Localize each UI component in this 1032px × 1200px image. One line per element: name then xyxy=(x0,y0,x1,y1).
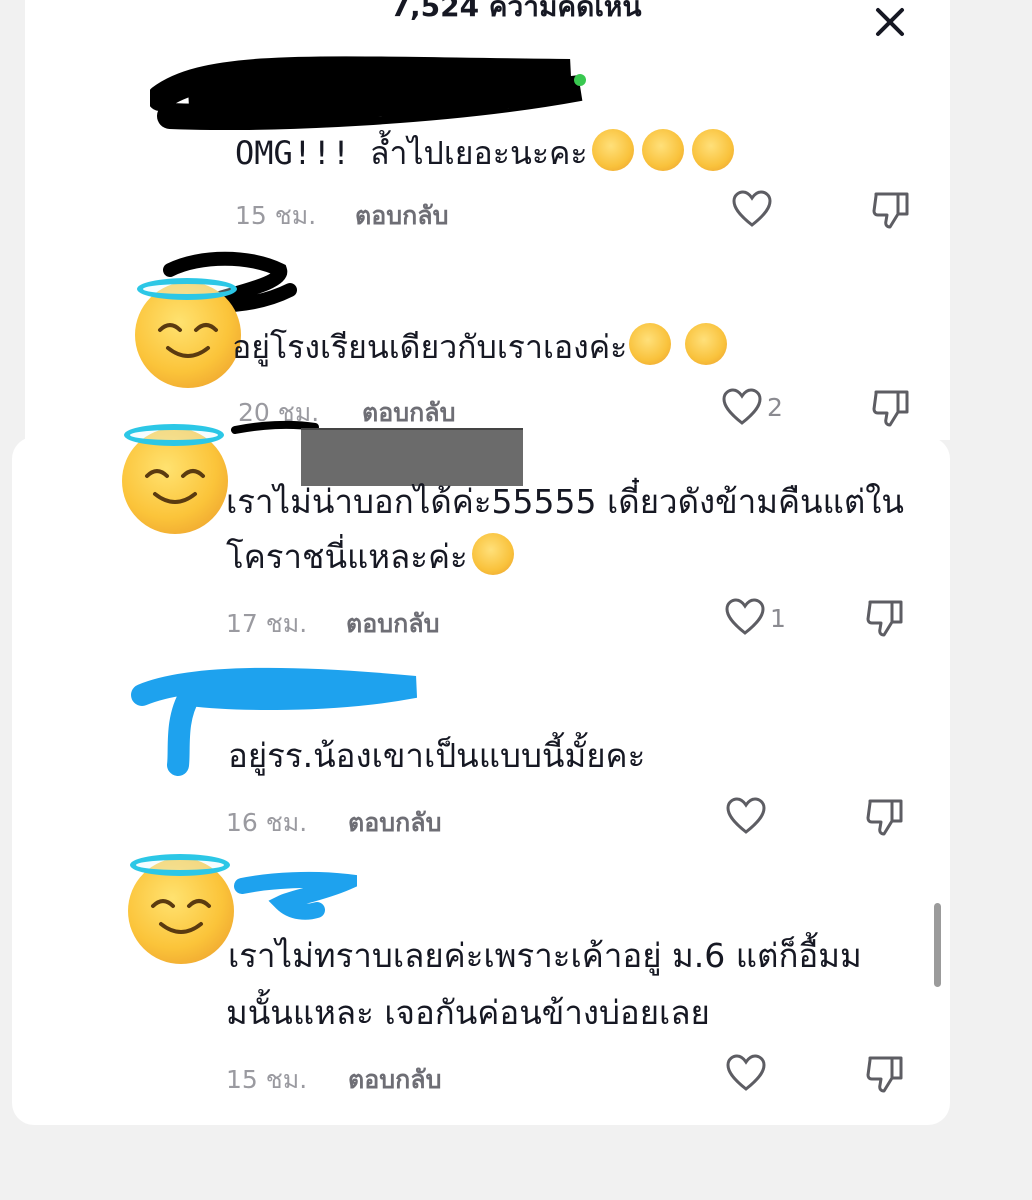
reply-button[interactable]: ตอบกลับ xyxy=(348,1060,441,1100)
comment-text: อยู่รร.น้องเขาเป็นแบบนี้มั้ยคะ xyxy=(228,736,646,775)
comment-text-line: เราไม่ทราบเลยค่ะเพราะเค้าอยู่ ม.6 แต่ก็อ… xyxy=(228,936,862,975)
comment-text: อยู่โรงเรียนเดียวกับเราเองค่ะ xyxy=(232,322,728,372)
pleading-face-emoji xyxy=(471,533,514,575)
sweat-smile-emoji xyxy=(641,129,684,171)
reply-button[interactable]: ตอบกลับ xyxy=(348,803,441,843)
reply-button[interactable]: ตอบกลับ xyxy=(362,393,455,433)
sweat-smile-emoji xyxy=(691,129,734,171)
comment-time: 15 ชม. xyxy=(235,201,317,230)
heart-outline-icon[interactable] xyxy=(726,797,766,835)
thumbs-down-outline-icon[interactable] xyxy=(866,1054,904,1094)
comment-time: 17 ชม. xyxy=(226,609,308,638)
thumbs-down-outline-icon[interactable] xyxy=(866,797,904,837)
thumbs-down-outline-icon[interactable] xyxy=(872,388,910,428)
redaction-scribble xyxy=(234,871,357,920)
close-button[interactable] xyxy=(872,4,908,40)
comment-text-line: เราไม่น่าบอกได้ค่ะ55555 เดี๋ยวดังข้ามคืน… xyxy=(226,482,904,521)
relieved-face-emoji xyxy=(685,323,728,365)
heart-outline-icon[interactable] xyxy=(722,388,762,426)
halo-icon xyxy=(137,278,237,300)
thumbs-down-outline-icon[interactable] xyxy=(872,190,910,230)
comment-text-line: โคราชนี่แหละค่ะ xyxy=(226,532,514,582)
comment-text: OMG!!! ล้ำไปเยอะนะคะ xyxy=(235,128,734,178)
relieved-face-emoji xyxy=(629,323,672,365)
sweat-smile-emoji xyxy=(591,129,634,171)
redaction-scribble xyxy=(150,56,586,130)
heart-outline-icon[interactable] xyxy=(725,598,765,636)
comment-text-line: มนั้นแหละ เจอกันค่อนข้างบ่อยเลย xyxy=(226,993,710,1032)
comment-time: 16 ชม. xyxy=(226,808,308,837)
scrollbar-thumb[interactable] xyxy=(934,903,941,987)
comment-time: 15 ชม. xyxy=(226,1065,308,1094)
like-count: 1 xyxy=(770,604,786,633)
heart-outline-icon[interactable] xyxy=(732,190,772,228)
close-icon xyxy=(876,8,904,36)
heart-outline-icon[interactable] xyxy=(726,1054,766,1092)
halo-icon xyxy=(130,854,230,876)
reply-button[interactable]: ตอบกลับ xyxy=(346,604,439,644)
like-count: 2 xyxy=(767,393,783,422)
thumbs-down-outline-icon[interactable] xyxy=(866,598,904,638)
reply-button[interactable]: ตอบกลับ xyxy=(355,196,448,236)
halo-icon xyxy=(124,424,224,446)
